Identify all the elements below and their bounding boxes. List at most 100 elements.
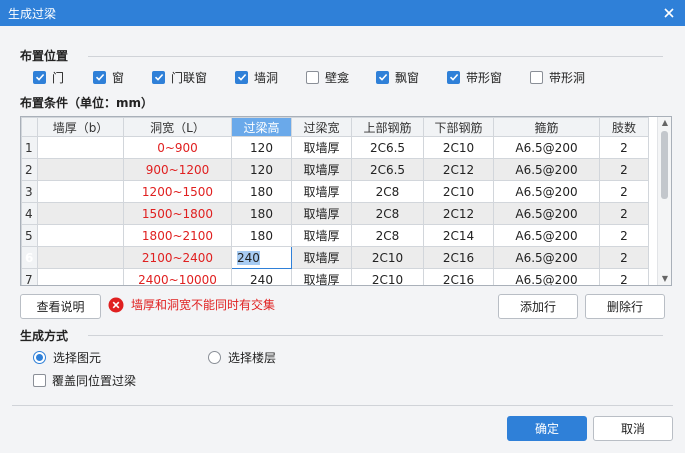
table-cell[interactable]: 1200~1500 [123, 180, 232, 203]
placement-option-box[interactable] [376, 70, 389, 84]
placement-option-box[interactable] [152, 70, 165, 84]
placement-option-4[interactable]: 壁龛 [306, 69, 349, 85]
radio-select-elements[interactable]: 选择图元 [33, 349, 101, 366]
table-cell[interactable]: 120 [231, 136, 292, 159]
table-cell[interactable]: A6.5@200 [493, 246, 600, 269]
table-cell[interactable]: 2C12 [423, 202, 494, 225]
table-cell[interactable] [37, 136, 124, 159]
table-cell[interactable]: 取墙厚 [291, 158, 352, 181]
table-cell[interactable]: 2400~10000 [123, 268, 232, 285]
table-cell[interactable]: 2C14 [423, 224, 494, 247]
table-cell[interactable]: 取墙厚 [291, 180, 352, 203]
column-header-5[interactable]: 上部钢筋 [351, 117, 424, 137]
row-number[interactable]: 1 [21, 136, 38, 159]
editing-cell[interactable]: 240 [231, 246, 292, 269]
table-cell[interactable] [37, 224, 124, 247]
placement-option-box[interactable] [447, 70, 460, 84]
table-cell[interactable]: 2 [599, 268, 649, 285]
table-cell[interactable]: 2C16 [423, 246, 494, 269]
table-cell[interactable]: 2 [599, 180, 649, 203]
table-row[interactable]: 4 1500~1800 180 取墙厚 2C8 2C12 A6.5@200 2 [21, 202, 649, 225]
table-cell[interactable]: A6.5@200 [493, 158, 600, 181]
table-cell[interactable] [37, 202, 124, 225]
table-cell[interactable]: 180 [231, 202, 292, 225]
table-row[interactable]: 2 900~1200 120 取墙厚 2C6.5 2C12 A6.5@200 2 [21, 158, 649, 181]
column-header-4[interactable]: 过梁宽 [291, 117, 352, 137]
table-cell[interactable]: 2C6.5 [351, 158, 424, 181]
radio-select-floors-indicator[interactable] [208, 351, 221, 364]
radio-select-floors[interactable]: 选择楼层 [208, 349, 276, 366]
column-header-2[interactable]: 洞宽（L） [123, 117, 232, 137]
placement-option-box[interactable] [235, 70, 248, 84]
table-cell[interactable]: A6.5@200 [493, 268, 600, 285]
row-number[interactable]: 3 [21, 180, 38, 203]
table-cell[interactable]: 2C8 [351, 202, 424, 225]
table-cell[interactable]: 2 [599, 224, 649, 247]
radio-select-elements-indicator[interactable] [33, 351, 46, 364]
table-cell[interactable]: 900~1200 [123, 158, 232, 181]
table-cell[interactable]: 取墙厚 [291, 246, 352, 269]
table-cell[interactable] [37, 246, 124, 269]
row-number[interactable]: 5 [21, 224, 38, 247]
column-header-3[interactable]: 过梁高 [231, 117, 292, 137]
column-header-6[interactable]: 下部钢筋 [423, 117, 494, 137]
table-cell[interactable]: 0~900 [123, 136, 232, 159]
table-cell[interactable]: 1800~2100 [123, 224, 232, 247]
table-cell[interactable]: A6.5@200 [493, 224, 600, 247]
editing-cell-text[interactable]: 240 [237, 250, 260, 265]
placement-option-box[interactable] [93, 70, 106, 84]
scroll-up-icon[interactable]: ▲ [660, 118, 670, 128]
placement-option-box[interactable] [33, 70, 46, 84]
row-number[interactable]: 6 [21, 246, 38, 269]
placement-option-2[interactable]: 门联窗 [152, 69, 207, 85]
table-cell[interactable]: A6.5@200 [493, 136, 600, 159]
table-cell[interactable] [37, 180, 124, 203]
table-cell[interactable]: 取墙厚 [291, 224, 352, 247]
placement-option-5[interactable]: 飘窗 [376, 69, 419, 85]
table-cell[interactable]: 180 [231, 180, 292, 203]
table-scrollbar[interactable]: ▲ ▼ [657, 117, 671, 285]
table-cell[interactable]: 2C8 [351, 180, 424, 203]
placement-option-6[interactable]: 带形窗 [447, 69, 502, 85]
delete-row-button[interactable]: 删除行 [585, 294, 665, 319]
view-help-button[interactable]: 查看说明 [20, 294, 101, 319]
overwrite-checkbox-box[interactable] [33, 373, 46, 387]
table-cell[interactable]: 2C6.5 [351, 136, 424, 159]
table-cell[interactable]: 2 [599, 158, 649, 181]
table-cell[interactable]: 2C10 [351, 268, 424, 285]
placement-option-3[interactable]: 墙洞 [235, 69, 278, 85]
scroll-thumb[interactable] [661, 131, 668, 199]
table-cell[interactable]: 2 [599, 202, 649, 225]
table-cell[interactable]: 2C10 [423, 136, 494, 159]
table-cell[interactable]: 2C8 [351, 224, 424, 247]
row-number[interactable]: 2 [21, 158, 38, 181]
column-header-8[interactable]: 肢数 [599, 117, 649, 137]
column-header-1[interactable]: 墙厚（b） [37, 117, 124, 137]
close-icon[interactable] [660, 4, 678, 22]
table-cell[interactable]: 2C16 [423, 268, 494, 285]
table-cell[interactable]: 240 [231, 268, 292, 285]
placement-option-box[interactable] [530, 70, 543, 84]
table-cell[interactable]: 2 [599, 246, 649, 269]
table-cell[interactable]: 1500~1800 [123, 202, 232, 225]
column-header-7[interactable]: 箍筋 [493, 117, 600, 137]
table-row[interactable]: 6 2100~2400 240 取墙厚 2C10 2C16 A6.5@200 2 [21, 246, 649, 269]
table-cell[interactable] [37, 268, 124, 285]
placement-option-box[interactable] [306, 70, 319, 84]
scroll-down-icon[interactable]: ▼ [660, 274, 670, 284]
table-cell[interactable]: 取墙厚 [291, 268, 352, 285]
table-cell[interactable]: A6.5@200 [493, 202, 600, 225]
placement-option-1[interactable]: 窗 [93, 69, 124, 85]
add-row-button[interactable]: 添加行 [498, 294, 578, 319]
ok-button[interactable]: 确定 [507, 416, 587, 441]
table-cell[interactable]: 180 [231, 224, 292, 247]
table-cell[interactable]: 2 [599, 136, 649, 159]
table-cell[interactable]: 取墙厚 [291, 202, 352, 225]
table-cell[interactable]: 取墙厚 [291, 136, 352, 159]
table-cell[interactable]: A6.5@200 [493, 180, 600, 203]
table-cell[interactable]: 120 [231, 158, 292, 181]
placement-option-0[interactable]: 门 [33, 69, 64, 85]
row-number[interactable]: 7 [21, 268, 38, 285]
table-cell[interactable] [37, 158, 124, 181]
row-number[interactable]: 4 [21, 202, 38, 225]
